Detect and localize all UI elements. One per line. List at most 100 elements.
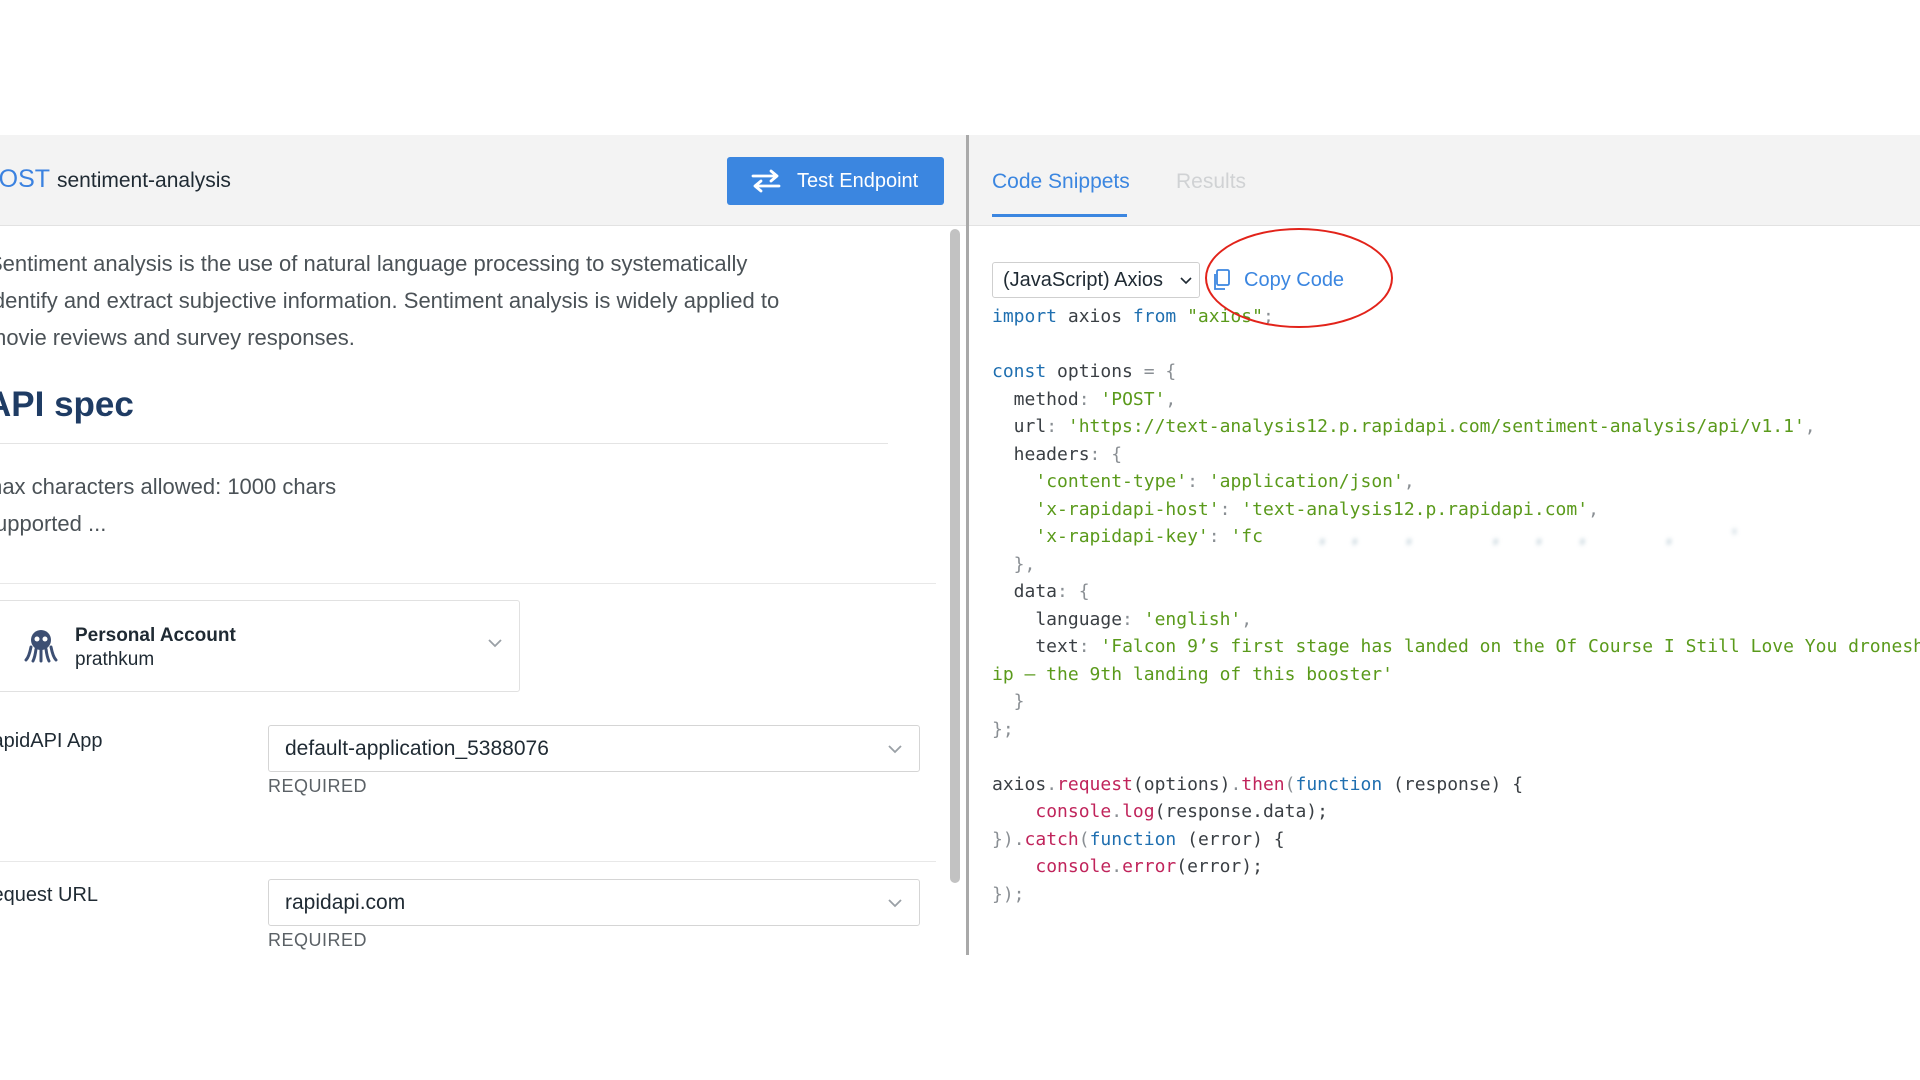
code-token: : [1219, 498, 1242, 520]
code-token: 'POST' [1100, 388, 1166, 410]
code-token: (response) { [1382, 773, 1524, 795]
code-token: request [1057, 773, 1133, 795]
code-token: import [992, 306, 1058, 327]
code-token: : [1078, 636, 1101, 657]
code-line: }, [992, 551, 1920, 579]
test-endpoint-label: Test Endpoint [797, 169, 919, 192]
rapidapi-app-select[interactable]: default-application_5388076 [268, 725, 920, 772]
left-scrollbar[interactable] [950, 229, 960, 883]
test-endpoint-button[interactable]: Test Endpoint [727, 157, 944, 205]
http-method: POST [0, 165, 51, 193]
code-token: { [1154, 361, 1177, 382]
code-token: , [1403, 471, 1415, 492]
code-line: const options = { [992, 358, 1920, 386]
description-line: identify and extract subjective informat… [0, 288, 780, 313]
request-url-label: Request URL [0, 884, 99, 906]
code-line: url: 'https://text-analysis12.p.rapidapi… [992, 413, 1920, 441]
copy-icon [1214, 269, 1230, 290]
code-token: }) [992, 828, 1014, 850]
spec-line: max characters allowed: 1000 chars [0, 474, 337, 499]
code-line: }).catch(function (error) { [992, 826, 1920, 854]
code-line: }; [992, 716, 1920, 744]
code-token: . [1111, 856, 1123, 877]
divider [0, 861, 936, 862]
api-spec-heading: API spec [0, 385, 134, 424]
chevron-down-icon [888, 899, 902, 908]
code-token: }; [992, 718, 1014, 740]
code-token: catch [1024, 828, 1079, 850]
chevron-down-icon [1180, 277, 1192, 285]
code-line: console.error(error); [992, 853, 1920, 881]
code-token: function [1295, 773, 1383, 795]
account-name: Personal Account [75, 625, 236, 646]
code-panel: Code Snippets Results (JavaScript) Axios… [969, 135, 1920, 955]
code-token: 'content-type' [1035, 471, 1188, 492]
code-token: : { [1089, 443, 1123, 465]
spec-line: supported ... [0, 511, 107, 536]
code-line: console.log(response.data); [992, 798, 1920, 826]
language-value: (JavaScript) Axios [1003, 269, 1164, 291]
code-token: }, [992, 553, 1036, 575]
account-selector[interactable]: Personal Account prathkum [0, 600, 520, 692]
chevron-down-icon [888, 745, 902, 754]
code-token: console [1035, 856, 1112, 877]
code-token: : [1208, 526, 1231, 547]
tab-results[interactable]: Results [1176, 170, 1246, 194]
code-snippet[interactable]: import axios from "axios"; const options… [992, 303, 1920, 908]
code-line: } [992, 688, 1920, 716]
required-hint: REQUIRED [268, 930, 368, 950]
tab-code-snippets[interactable]: Code Snippets [992, 170, 1130, 194]
code-token: = [1143, 361, 1155, 382]
api-spec-details: max characters allowed: 1000 chars suppo… [0, 468, 336, 542]
code-token: , [1804, 416, 1816, 437]
code-token: 'application/json' [1208, 471, 1404, 492]
endpoint-name: sentiment-analysis [57, 169, 231, 192]
copy-code-label: Copy Code [1244, 268, 1345, 291]
request-url-select[interactable]: rapidapi.com [268, 879, 920, 926]
code-token: : [1122, 608, 1144, 630]
code-token: 'https://text-analysis12.p.rapidapi.com/… [1067, 416, 1805, 437]
code-token: log [1122, 801, 1155, 822]
code-token: ip – the 9th landing of this booster' [992, 663, 1393, 685]
code-token: options [1046, 361, 1144, 382]
chevron-down-icon [488, 639, 502, 648]
active-tab-indicator [992, 214, 1127, 217]
code-line: axios.request(options).then(function (re… [992, 771, 1920, 799]
code-token: const [992, 361, 1047, 382]
code-line: 'x-rapidapi-key': 'fc , , , , , , , ' [992, 523, 1920, 551]
description-line: movie reviews and survey responses. [0, 325, 355, 350]
copy-code-button[interactable]: Copy Code [1212, 262, 1344, 298]
rapidapi-app-label: RapidAPI App [0, 730, 103, 752]
code-token: , [1165, 388, 1177, 410]
code-token: ( [1078, 828, 1090, 850]
account-username: prathkum [75, 649, 155, 670]
code-token: 'fc [1230, 526, 1263, 547]
code-panel-header: Code Snippets Results [969, 135, 1920, 226]
code-token: . [1013, 828, 1025, 850]
code-token: data [992, 581, 1058, 602]
code-token: from [1132, 306, 1177, 327]
language-select[interactable]: (JavaScript) Axios [992, 262, 1200, 298]
code-token: 'x-rapidapi-host' [1035, 498, 1220, 520]
code-token: 'x-rapidapi-key' [1035, 526, 1209, 547]
code-line: import axios from "axios"; [992, 303, 1920, 331]
code-line: headers: { [992, 441, 1920, 469]
code-token: text [992, 636, 1079, 657]
code-line: ip – the 9th landing of this booster' [992, 661, 1920, 689]
divider [0, 583, 936, 584]
code-token: function [1089, 828, 1177, 850]
code-token: language [992, 608, 1123, 630]
code-token: . [1111, 801, 1123, 822]
swap-arrows-icon [751, 169, 781, 193]
code-token: error [1122, 856, 1177, 877]
code-token: (response.data); [1154, 801, 1328, 822]
code-token: (options) [1132, 773, 1231, 795]
code-token: . [1230, 773, 1242, 795]
code-token: 'text-analysis12.p.rapidapi.com' [1241, 498, 1589, 520]
code-line: language: 'english', [992, 606, 1920, 634]
code-token: : [1078, 388, 1101, 410]
